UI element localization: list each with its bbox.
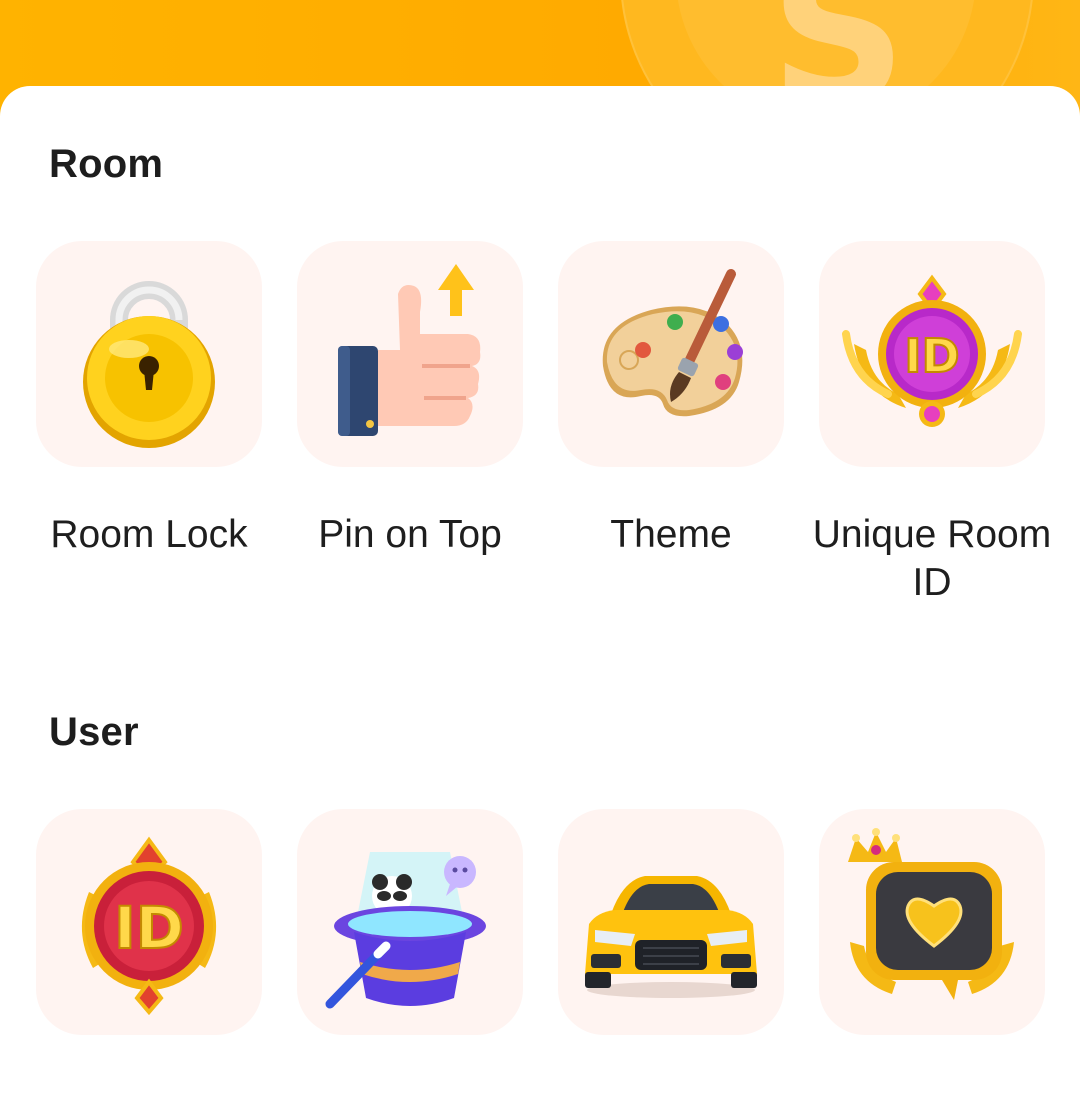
tile-unique-room-id[interactable]: ID <box>819 241 1045 467</box>
thumbs-up-arrow-icon <box>338 264 481 436</box>
purple-id-badge-icon: ID <box>842 274 1022 427</box>
tile-chat-bubble[interactable] <box>819 809 1045 1035</box>
privilege-label: Room Lock <box>50 513 248 556</box>
privilege-label: Pin on Top <box>318 513 502 556</box>
privilege-label: Theme <box>610 513 732 556</box>
tile-entrance-effect[interactable] <box>297 809 523 1035</box>
magic-hat-icon <box>325 852 486 1009</box>
tile-user-id[interactable]: ID <box>36 809 262 1035</box>
red-id-badge-icon: ID <box>81 836 217 1016</box>
paint-palette-icon <box>602 269 743 417</box>
svg-text:ID: ID <box>114 894 184 962</box>
tile-theme[interactable] <box>558 241 784 467</box>
tile-room-lock[interactable] <box>36 241 262 467</box>
svg-text:ID: ID <box>904 329 959 383</box>
section-title-room: Room <box>49 142 164 186</box>
privilege-label: Unique Room ID <box>812 513 1052 604</box>
privileges-sheet: Room Room Lock Pin on Top Theme ID Uniqu… <box>0 86 1080 1096</box>
sports-car-icon <box>585 876 757 998</box>
section-title-user: User <box>49 710 139 754</box>
tile-pin-on-top[interactable] <box>297 241 523 467</box>
crown-chat-frame-icon <box>848 828 1014 1000</box>
padlock-icon <box>83 281 215 448</box>
tile-vehicle[interactable] <box>558 809 784 1035</box>
